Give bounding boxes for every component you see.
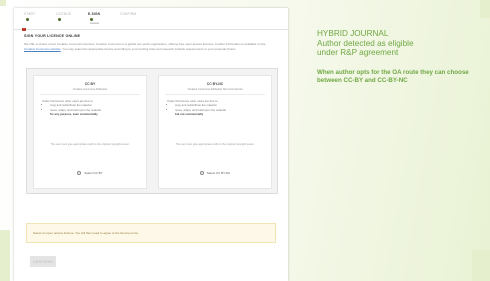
wizard-step-esign[interactable]: E-SIGN License — [88, 12, 114, 26]
callout-body: When author opts for the OA route they c… — [317, 68, 469, 85]
wizard-step-label: LICENCE — [56, 12, 72, 16]
licence-option-name: Creative Commons Attribution — [72, 88, 108, 91]
licence-option-cc-by-nc: CC BY-NC Creative Commons Attribution No… — [158, 75, 272, 189]
licence-wizard-screenshot: START LICENCE E-SIGN License CONFIRM SIG… — [14, 8, 288, 281]
step-dot-icon — [26, 18, 29, 21]
radio-circle-icon[interactable] — [199, 171, 204, 175]
divider — [40, 94, 140, 95]
licence-option-name: Creative Commons Attribution Non-Commerc… — [187, 88, 243, 91]
continue-button[interactable]: CONTINUE — [30, 256, 56, 267]
callout-title: HYBRID JOURNAL Author detected as eligib… — [317, 29, 414, 58]
slide-corner-decoration — [0, 230, 10, 281]
slide-callout: HYBRID JOURNAL Author detected as eligib… — [317, 29, 487, 86]
slide-corner-decoration — [472, 250, 490, 281]
slide-corner-decoration — [480, 0, 490, 18]
licence-terms-list: copy and redistribute the material reuse… — [42, 103, 140, 116]
wizard-progress-marker — [22, 28, 26, 31]
licence-term-text: reuse, adapt, and build upon the materia… — [50, 107, 101, 112]
wizard-step-licence[interactable]: LICENCE — [56, 12, 82, 26]
divider — [165, 94, 265, 95]
wizard-step-start[interactable]: START — [24, 12, 50, 26]
licence-term: reuse, adapt, and build upon the materia… — [50, 108, 140, 117]
wizard-step-label: START — [24, 12, 36, 16]
licence-attribution-note: The user must give appropriate credit to… — [50, 143, 130, 146]
licence-attribution-note: The user must give appropriate credit to… — [175, 143, 255, 146]
radio-label[interactable]: Select CC BY — [84, 171, 102, 175]
intro-text-part: We offer a choice of two Creative Common… — [24, 42, 266, 46]
licence-notice: Select an open access licence. You will … — [26, 223, 276, 243]
select-cc-by-radio[interactable]: Select CC BY — [34, 171, 146, 175]
licence-option-code: CC BY-NC — [206, 82, 224, 86]
licence-option-terms: Under this licence other users are free … — [42, 99, 140, 117]
wizard-steps: START LICENCE E-SIGN License CONFIRM — [24, 12, 146, 26]
step-dot-icon — [90, 18, 93, 21]
licence-term-text: reuse, adapt, and build upon the materia… — [175, 107, 226, 112]
licence-term-emphasis: but not commercially — [175, 112, 204, 117]
wizard-step-sublabel: License — [90, 22, 99, 25]
wizard-step-label: E-SIGN — [88, 12, 101, 16]
licence-term-emphasis: for any purpose, even commercially — [50, 112, 98, 117]
slide-corner-decoration — [0, 0, 6, 6]
licence-terms-list: copy and redistribute the material reuse… — [167, 103, 265, 116]
select-cc-by-nc-radio[interactable]: Select CC BY-NC — [159, 171, 271, 175]
step-dot-icon — [58, 18, 61, 21]
section-title: SIGN YOUR LICENCE ONLINE — [24, 34, 81, 38]
licence-options: CC BY Creative Commons Attribution Under… — [26, 68, 278, 194]
wizard-step-confirm[interactable]: CONFIRM — [120, 12, 146, 26]
intro-text-part: . You may select the appropriate licence… — [60, 46, 237, 51]
licence-term: reuse, adapt, and build upon the materia… — [175, 108, 265, 117]
creative-commons-link[interactable]: Creative Commons website — [24, 47, 61, 51]
wizard-step-label: CONFIRM — [120, 12, 137, 16]
radio-circle-icon[interactable] — [77, 171, 82, 175]
wizard-divider — [14, 29, 288, 30]
licence-option-terms: Under this licence other users are free … — [167, 99, 265, 117]
licence-option-code: CC BY — [84, 82, 96, 86]
licence-option-cc-by: CC BY Creative Commons Attribution Under… — [33, 75, 147, 189]
radio-label[interactable]: Select CC BY-NC — [207, 171, 230, 175]
licence-intro-text: We offer a choice of two Creative Common… — [24, 42, 276, 52]
